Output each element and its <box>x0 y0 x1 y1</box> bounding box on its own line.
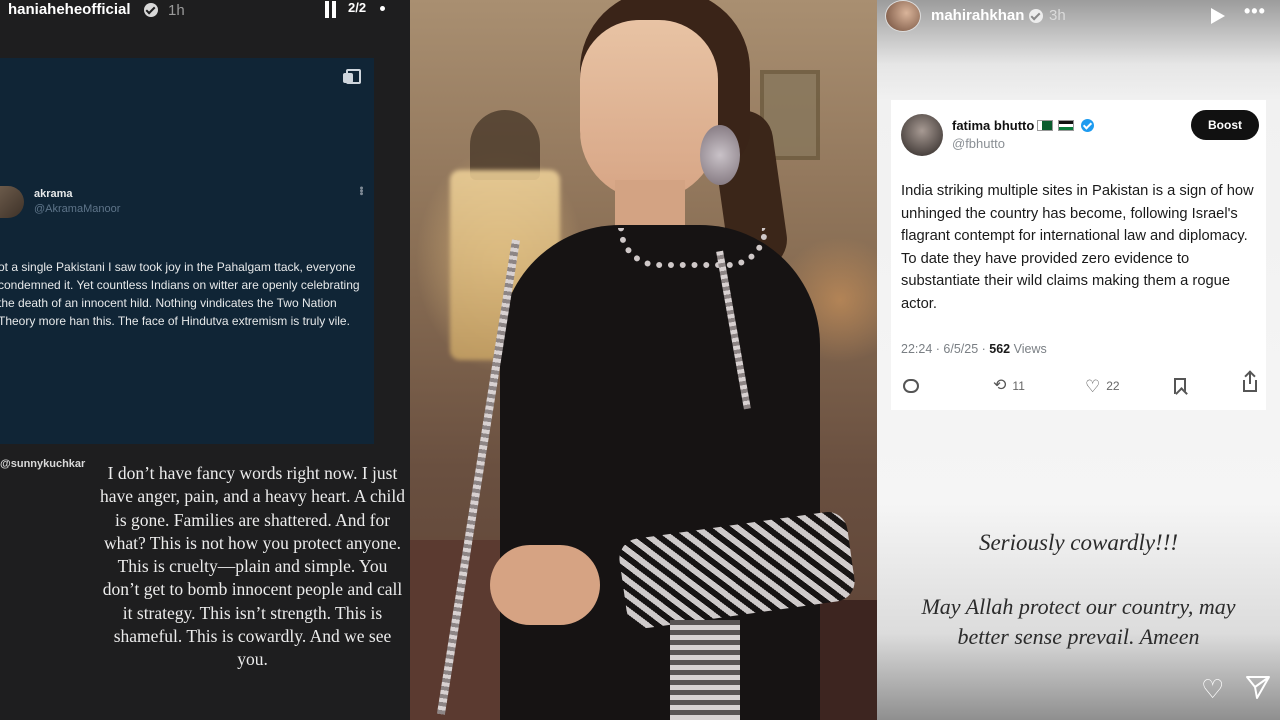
like-button[interactable]: ♡ 22 <box>1085 375 1120 397</box>
more-options-icon[interactable]: ••• <box>355 186 367 195</box>
bookmark-icon <box>1174 378 1186 394</box>
tweet-meta: 22:24 · 6/5/25 · 562 Views <box>901 342 1047 356</box>
play-icon[interactable] <box>1211 8 1225 24</box>
reply-button[interactable] <box>903 375 919 397</box>
boost-button[interactable]: Boost <box>1191 110 1259 140</box>
left-story-username[interactable]: haniaheheofficial <box>8 1 131 18</box>
tweet-text: India striking multiple sites in Pakista… <box>901 183 1254 312</box>
left-story-header: haniaheheofficial 1h 2/2 <box>0 0 410 26</box>
dot-icon <box>380 6 385 11</box>
copy-icon[interactable] <box>343 69 361 84</box>
retweet-button[interactable]: ⟲ 11 <box>993 375 1025 397</box>
share-button[interactable] <box>1243 372 1257 397</box>
story-caption-2: May Allah protect our country, may bette… <box>921 594 1236 649</box>
retweet-icon: ⟲ <box>993 377 1007 394</box>
tweet-text: ot a single Pakistani I saw took joy in … <box>0 260 360 328</box>
reply-icon <box>903 379 919 393</box>
tweet-author-name: fatima bhutto <box>952 118 1035 133</box>
earring <box>700 125 740 185</box>
black-dress <box>500 225 820 720</box>
verified-badge-icon <box>1029 9 1043 23</box>
story-message: I don’t have fancy words right now. I ju… <box>100 463 405 670</box>
retweet-count: 11 <box>1012 379 1025 393</box>
hands <box>490 545 600 625</box>
embedded-tweet-dark[interactable]: akrama @AkramaManoor ••• ot a single Pak… <box>0 58 374 444</box>
mention-tag[interactable]: @sunnykuchkar <box>0 458 85 470</box>
verified-badge-icon <box>1081 119 1094 132</box>
heart-icon: ♡ <box>1085 376 1101 396</box>
face <box>580 20 718 200</box>
right-story-panel: mahirahkhan 3h ••• fatima bhutto @fbhutt… <box>877 0 1280 720</box>
send-icon[interactable] <box>1245 674 1271 700</box>
avatar <box>901 114 943 156</box>
right-story-time: 3h <box>1049 7 1066 24</box>
embroidered-neckline <box>618 228 768 268</box>
right-story-username[interactable]: mahirahkhan <box>931 7 1024 24</box>
story-counter: 2/2 <box>348 0 367 15</box>
palestine-flag-icon <box>1058 120 1074 131</box>
left-story-time: 1h <box>168 2 185 19</box>
pakistan-flag-icon <box>1037 120 1053 131</box>
tweet-author-handle: @fbhutto <box>952 136 1005 151</box>
bookmark-button[interactable] <box>1174 375 1186 397</box>
left-story-panel: haniaheheofficial 1h 2/2 akrama @AkramaM… <box>0 0 410 720</box>
story-caption-1: Seriously cowardly!!! <box>978 530 1179 555</box>
like-count: 22 <box>1106 379 1120 393</box>
tweet-author-name: akrama <box>34 188 73 200</box>
verified-badge-icon <box>144 3 158 17</box>
tweet-action-bar: ⟲ 11 ♡ 22 <box>901 372 1261 397</box>
avatar <box>0 186 24 218</box>
more-options-icon[interactable]: ••• <box>1244 1 1266 22</box>
pause-icon[interactable] <box>324 1 338 18</box>
portrait-photo <box>410 0 877 720</box>
tweet-timestamp: 22:24 · 6/5/25 · <box>901 342 990 356</box>
avatar[interactable] <box>885 0 921 32</box>
tweet-views-label: Views <box>1010 342 1047 356</box>
tweet-author-handle: @AkramaManoor <box>34 203 121 215</box>
embroidered-hem <box>670 620 740 720</box>
share-icon <box>1243 372 1257 392</box>
embedded-tweet-light[interactable]: fatima bhutto @fbhutto Boost India strik… <box>891 100 1266 410</box>
heart-icon[interactable]: ♡ <box>1201 676 1224 702</box>
woman-figure <box>410 0 877 720</box>
tweet-views-count: 562 <box>989 342 1011 356</box>
